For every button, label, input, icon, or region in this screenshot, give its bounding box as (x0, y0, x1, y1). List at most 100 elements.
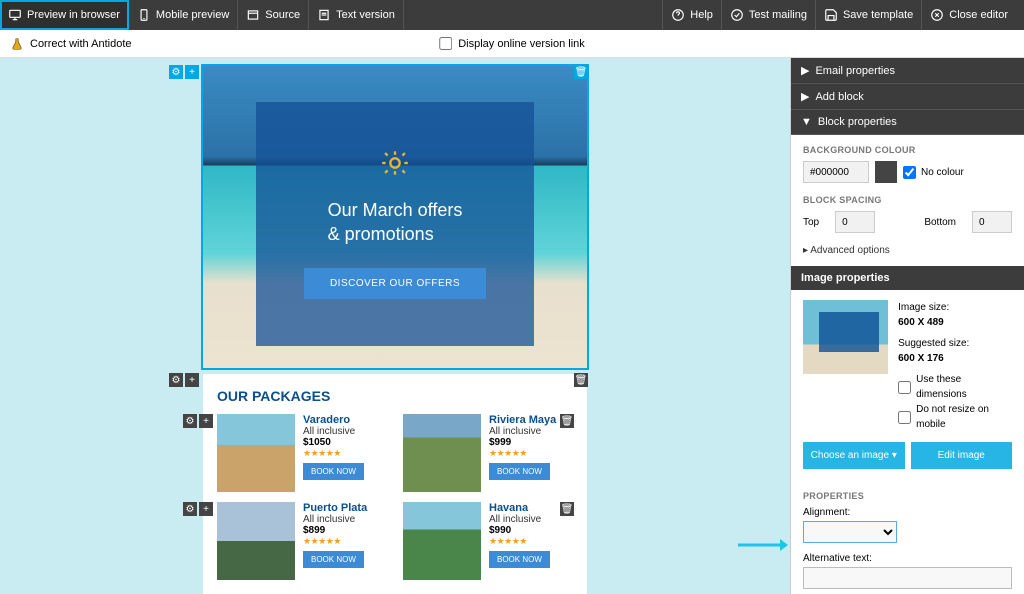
package-image (403, 414, 481, 492)
delete-handle[interactable]: 🗑 (574, 373, 588, 387)
bg-colour-input[interactable] (803, 161, 869, 183)
alignment-label: Alignment: (803, 507, 1012, 518)
no-colour-label: No colour (921, 167, 964, 178)
image-properties-header: Image properties (791, 266, 1024, 290)
online-version-label: Display online version link (458, 38, 585, 50)
settings-handle[interactable]: ⚙ (183, 414, 197, 428)
save-template-button[interactable]: Save template (815, 0, 921, 30)
preview-browser-button[interactable]: Preview in browser (0, 0, 129, 30)
package-item[interactable]: Havana All inclusive $990 ★★★★★ BOOK NOW (403, 502, 573, 580)
package-name: Havana (489, 502, 550, 514)
monitor-icon (8, 8, 22, 22)
email-properties-accordion[interactable]: ▶ Email properties (791, 58, 1024, 84)
package-sub: All inclusive (489, 514, 550, 525)
antidote-label: Correct with Antidote (30, 38, 132, 50)
star-rating: ★★★★★ (489, 448, 556, 459)
bg-colour-swatch[interactable] (875, 161, 897, 183)
hero-title-1: Our March offers (328, 200, 463, 220)
spacing-bottom-input[interactable] (972, 211, 1012, 233)
no-colour-checkbox[interactable] (903, 166, 916, 179)
settings-handle[interactable]: ⚙ (183, 502, 197, 516)
close-editor-button[interactable]: Close editor (921, 0, 1016, 30)
add-block-accordion[interactable]: ▶ Add block (791, 84, 1024, 110)
source-label: Source (265, 9, 300, 21)
block-spacing-label: BLOCK SPACING (803, 195, 1012, 205)
test-mailing-button[interactable]: Test mailing (721, 0, 815, 30)
sun-icon (381, 149, 409, 177)
packages-block[interactable]: ⚙+ 🗑 OUR PACKAGES ⚙+ 🗑 Varadero All in (203, 374, 587, 594)
settings-handle[interactable]: ⚙ (169, 373, 183, 387)
properties-panel: ▶ Email properties ▶ Add block ▼ Block p… (790, 58, 1024, 594)
online-version-toggle[interactable]: Display online version link (439, 37, 585, 50)
image-size-value: 600 X 489 (898, 315, 1012, 330)
package-item[interactable]: Puerto Plata All inclusive $899 ★★★★★ BO… (217, 502, 387, 580)
package-sub: All inclusive (489, 426, 556, 437)
package-price: $899 (303, 525, 367, 536)
package-image (217, 414, 295, 492)
delete-handle[interactable]: 🗑 (560, 414, 574, 428)
edit-image-button[interactable]: Edit image (911, 442, 1013, 469)
text-version-label: Text version (336, 9, 395, 21)
alt-text-label: Alternative text: (803, 553, 1012, 564)
test-mailing-label: Test mailing (749, 9, 807, 21)
top-toolbar: Preview in browser Mobile preview Source… (0, 0, 1024, 30)
no-resize-checkbox[interactable] (898, 411, 911, 424)
save-icon (824, 8, 838, 22)
packages-heading: OUR PACKAGES (217, 388, 573, 404)
star-rating: ★★★★★ (303, 536, 367, 547)
package-name: Riviera Maya (489, 414, 556, 426)
text-version-button[interactable]: Text version (309, 0, 404, 30)
star-rating: ★★★★★ (489, 536, 550, 547)
package-item[interactable]: Riviera Maya All inclusive $999 ★★★★★ BO… (403, 414, 573, 492)
help-label: Help (690, 9, 713, 21)
no-resize-label: Do not resize on mobile (916, 402, 1012, 432)
editor-canvas[interactable]: ⚙+ 🗑 Our March offers & promotions DISCO… (0, 58, 790, 594)
antidote-button[interactable]: Correct with Antidote (0, 37, 142, 51)
mobile-preview-label: Mobile preview (156, 9, 229, 21)
add-handle[interactable]: + (199, 502, 213, 516)
package-sub: All inclusive (303, 426, 364, 437)
book-now-button[interactable]: BOOK NOW (303, 551, 364, 568)
use-dimensions-checkbox[interactable] (898, 381, 911, 394)
book-now-button[interactable]: BOOK NOW (303, 463, 364, 480)
help-icon (671, 8, 685, 22)
book-now-button[interactable]: BOOK NOW (489, 551, 550, 568)
mobile-icon (137, 8, 151, 22)
delete-handle[interactable]: 🗑 (574, 65, 588, 79)
source-button[interactable]: Source (238, 0, 309, 30)
package-price: $1050 (303, 437, 364, 448)
add-handle[interactable]: + (185, 373, 199, 387)
add-handle[interactable]: + (199, 414, 213, 428)
settings-handle[interactable]: ⚙ (169, 65, 183, 79)
block-properties-accordion[interactable]: ▼ Block properties (791, 110, 1024, 135)
bottom-label: Bottom (924, 217, 956, 228)
package-name: Puerto Plata (303, 502, 367, 514)
preview-browser-label: Preview in browser (27, 9, 120, 21)
close-editor-label: Close editor (949, 9, 1008, 21)
check-circle-icon (730, 8, 744, 22)
hero-block[interactable]: ⚙+ 🗑 Our March offers & promotions DISCO… (203, 66, 587, 368)
package-item[interactable]: Varadero All inclusive $1050 ★★★★★ BOOK … (217, 414, 387, 492)
secondary-toolbar: Correct with Antidote Display online ver… (0, 30, 1024, 58)
bg-colour-label: BACKGROUND COLOUR (803, 145, 1012, 155)
hero-image[interactable]: Our March offers & promotions DISCOVER O… (203, 66, 587, 368)
properties-subhead: PROPERTIES (803, 491, 1012, 501)
close-circle-icon (930, 8, 944, 22)
mobile-preview-button[interactable]: Mobile preview (129, 0, 238, 30)
hero-title-2: & promotions (328, 224, 434, 244)
online-version-checkbox[interactable] (439, 37, 452, 50)
alt-text-input[interactable] (803, 567, 1012, 589)
alignment-select[interactable] (803, 521, 897, 543)
package-name: Varadero (303, 414, 364, 426)
help-button[interactable]: Help (662, 0, 721, 30)
add-handle[interactable]: + (185, 65, 199, 79)
use-dimensions-label: Use these dimensions (916, 372, 1012, 402)
delete-handle[interactable]: 🗑 (560, 502, 574, 516)
advanced-options-toggle[interactable]: ▸ Advanced options (803, 245, 1012, 256)
hero-cta-button[interactable]: DISCOVER OUR OFFERS (304, 268, 486, 299)
package-price: $990 (489, 525, 550, 536)
spacing-top-input[interactable] (835, 211, 875, 233)
book-now-button[interactable]: BOOK NOW (489, 463, 550, 480)
choose-image-button[interactable]: Choose an image ▾ (803, 442, 905, 469)
flask-icon (10, 37, 24, 51)
